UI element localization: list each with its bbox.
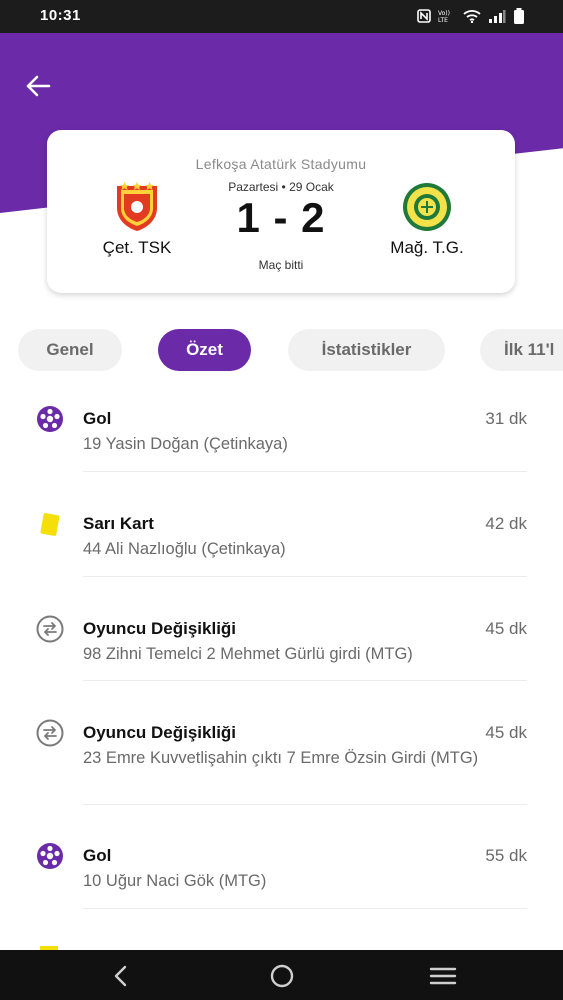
tab-bar: Genel Özet İstatistikler İlk 11'l [18,329,563,371]
event-minute: 45 dk [485,723,527,742]
divider [83,576,527,577]
tab-ozet[interactable]: Özet [158,329,251,371]
home-team-name: Çet. TSK [102,238,172,257]
match-status: Maç bitti [258,258,304,272]
svg-text:Vo)): Vo)) [438,10,450,17]
event-description: 44 Ali Nazlıoğlu (Çetinkaya) [83,540,286,558]
wifi-icon [463,10,481,23]
battery-icon [514,8,524,24]
status-time: 10:31 [40,7,81,24]
home-team-logo [117,182,157,231]
away-team-logo [403,183,451,231]
nav-back-icon[interactable] [100,962,140,990]
event-description: 10 Uğur Naci Gök (MTG) [83,872,267,890]
volte-icon: Vo))LTE [438,10,450,23]
event-minute: 55 dk [485,846,527,865]
event-minute: 45 dk [485,619,527,638]
event-title: Gol [83,846,112,865]
divider [83,471,527,472]
svg-text:LTE: LTE [438,17,448,23]
match-card: Lefkoşa Atatürk Stadyumu Pazartesi • 29 … [47,130,515,293]
home-team[interactable]: Çet. TSK [77,182,197,258]
away-team-name: Mağ. T.G. [390,238,464,257]
status-bar: 10:31 Vo)) LTE [0,0,563,33]
system-navigation-bar [0,950,563,1000]
nav-menu-icon[interactable] [423,962,463,990]
event-title: Oyuncu Değişikliği [83,619,237,638]
event-title: Sarı Kart [83,514,154,533]
yellow-card-icon [40,513,60,536]
event-description: 23 Emre Kuvvetlişahin çıktı 7 Emre Özsin… [83,749,479,767]
tab-istatistikler[interactable]: İstatistikler [288,329,445,371]
stadium-name: Lefkoşa Atatürk Stadyumu [195,156,367,172]
tab-genel[interactable]: Genel [18,329,122,371]
soccer-ball-icon [37,843,63,869]
divider [83,908,527,909]
soccer-ball-icon [37,406,63,432]
event-title: Oyuncu Değişikliği [83,723,237,742]
back-arrow-icon[interactable] [24,72,52,100]
divider [83,804,527,805]
event-description: 19 Yasin Doğan (Çetinkaya) [83,435,288,453]
away-team[interactable]: Mağ. T.G. [367,182,487,258]
divider [83,680,527,681]
nav-home-icon[interactable] [262,962,302,990]
signal-icon [489,10,506,23]
nfc-icon [417,9,431,23]
event-minute: 42 dk [485,514,527,533]
tab-ilk-11[interactable]: İlk 11'l [480,329,563,371]
status-icons: Vo)) LTE [417,8,525,24]
event-description: 98 Zihni Temelci 2 Mehmet Gürlü girdi (M… [83,645,413,663]
event-title: Gol [83,409,112,428]
event-minute: 31 dk [485,409,527,428]
substitution-icon [36,615,64,643]
substitution-icon [36,719,64,747]
